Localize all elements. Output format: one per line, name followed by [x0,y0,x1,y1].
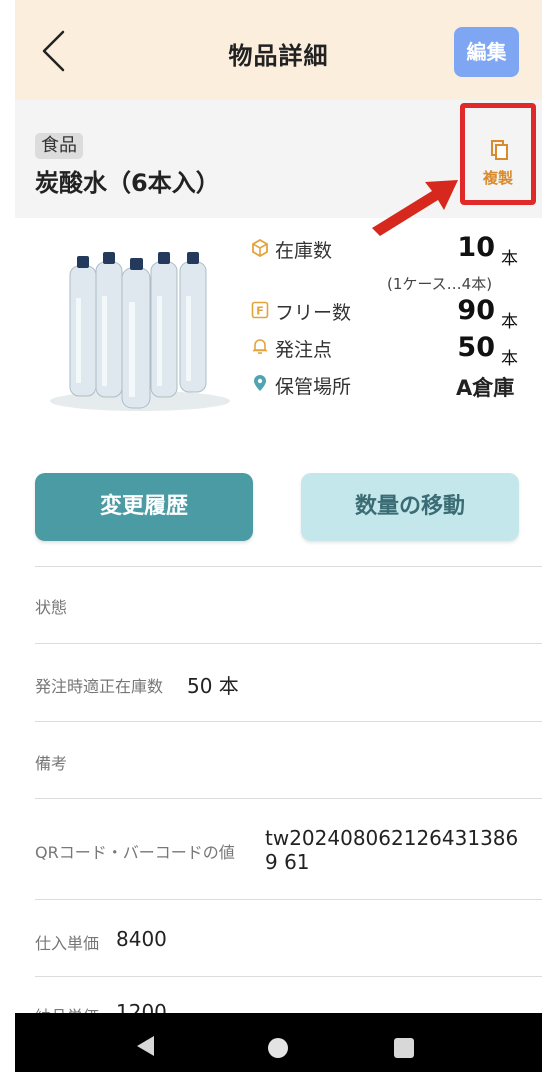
purchase-price-value: 8400 [116,927,167,951]
category-badge: 食品 [35,133,83,159]
qr-label: QRコード・バーコードの値 [35,843,235,862]
divider [35,798,542,799]
box-icon [252,239,268,257]
divider [35,566,542,567]
free-label: フリー数 [275,302,352,324]
duplicate-label: 複製 [482,169,513,187]
stock-label: 在庫数 [275,240,333,262]
stock-value: 10 [457,232,495,263]
bell-icon [253,339,267,354]
app-frame: 物品詳細 編集 食品 炭酸水（6本入） 複製 在庫数 10 本 (1ケース…4本… [15,0,542,1072]
nav-back-icon[interactable] [137,1036,154,1056]
copy-icon [491,140,508,160]
location-value: A倉庫 [456,376,515,400]
free-icon: F [251,301,269,319]
item-photo [40,236,230,416]
qr-value: tw2024080621264313869 61 [265,826,519,874]
proper-stock-label: 発注時適正在庫数 [35,677,164,696]
nav-recent-icon[interactable] [394,1038,414,1058]
purchase-price-label: 仕入単価 [35,934,100,953]
order-point-unit: 本 [501,349,518,369]
location-label: 保管場所 [275,376,352,398]
item-name: 炭酸水（6本入） [35,169,220,197]
duplicate-button[interactable]: 複製 [460,103,536,205]
free-unit: 本 [501,312,518,332]
divider [35,721,542,722]
app-header: 物品詳細 編集 [15,0,542,100]
edit-button[interactable]: 編集 [454,27,519,77]
location-pin-icon [254,375,266,391]
system-nav-bar [15,1013,542,1072]
divider [35,643,542,644]
nav-home-icon[interactable] [268,1038,288,1058]
case-note: (1ケース…4本) [387,275,493,293]
move-quantity-button[interactable]: 数量の移動 [301,473,519,541]
order-point-label: 発注点 [275,339,333,361]
proper-stock-value: 50 本 [187,674,239,698]
divider [35,976,542,977]
pointer-arrow-icon [372,180,458,236]
memo-label: 備考 [35,754,68,773]
status-label: 状態 [35,598,68,617]
divider [35,899,542,900]
free-value: 90 [457,295,495,326]
order-point-value: 50 [457,332,495,363]
change-history-button[interactable]: 変更履歴 [35,473,253,541]
stock-unit: 本 [501,249,518,269]
svg-text:F: F [256,305,264,318]
